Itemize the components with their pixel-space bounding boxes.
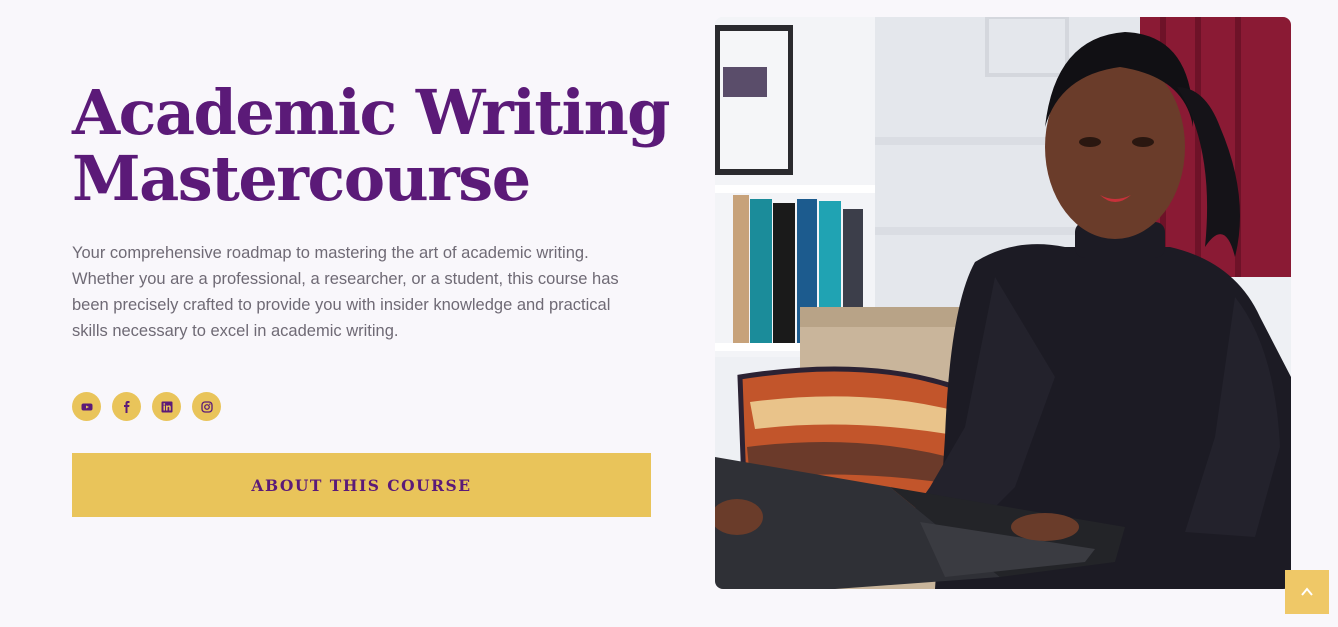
page-title: Academic Writing Mastercourse bbox=[72, 80, 672, 212]
linkedin-icon bbox=[161, 401, 172, 412]
linkedin-link[interactable] bbox=[152, 392, 181, 421]
social-links bbox=[72, 392, 221, 421]
hero-photo bbox=[715, 17, 1291, 589]
title-line-2: Mastercourse bbox=[72, 142, 531, 215]
title-line-1: Academic Writing bbox=[72, 76, 671, 149]
facebook-icon bbox=[123, 400, 129, 413]
youtube-link[interactable] bbox=[72, 392, 101, 421]
instructor-photo-illustration bbox=[715, 17, 1291, 589]
youtube-icon bbox=[81, 403, 92, 410]
scroll-to-top-button[interactable] bbox=[1285, 570, 1329, 614]
instagram-icon bbox=[200, 400, 213, 413]
about-course-button[interactable]: ABOUT THIS COURSE bbox=[72, 453, 651, 517]
chevron-up-icon bbox=[1301, 587, 1313, 596]
facebook-link[interactable] bbox=[112, 392, 141, 421]
hero-description: Your comprehensive roadmap to mastering … bbox=[72, 244, 619, 340]
instagram-link[interactable] bbox=[192, 392, 221, 421]
